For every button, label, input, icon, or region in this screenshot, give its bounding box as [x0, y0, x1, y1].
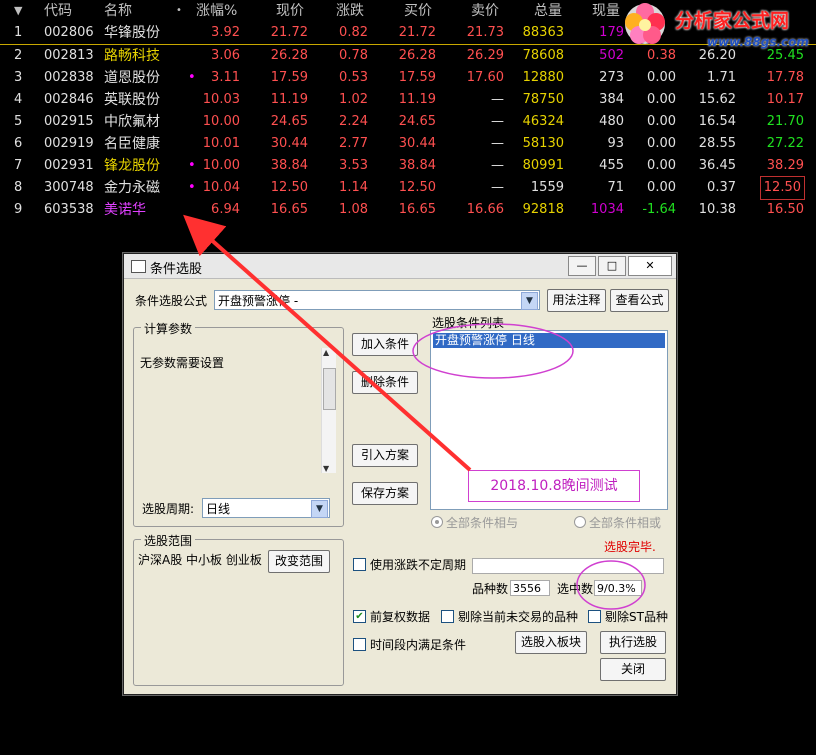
- annotation-arrow: [183, 214, 472, 472]
- annotation-overlay: [183, 214, 646, 610]
- annotation-ellipse-list: [412, 323, 574, 379]
- annotation-ellipse-count: [576, 560, 646, 610]
